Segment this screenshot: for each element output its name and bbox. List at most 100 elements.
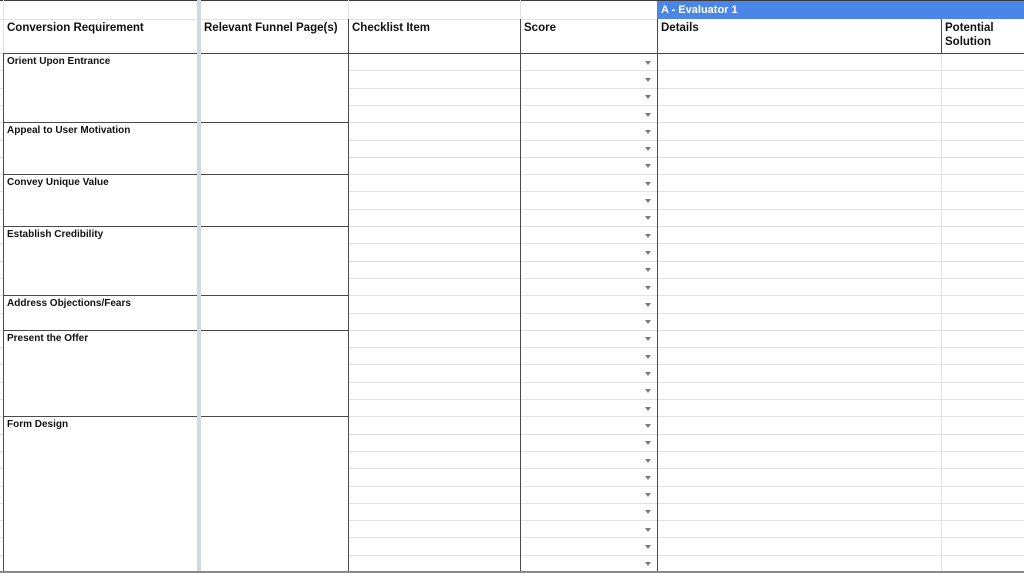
row-line [348,555,1024,556]
group-border [3,416,348,417]
chevron-down-icon[interactable] [645,372,651,376]
requirement-cell[interactable] [4,122,197,174]
chevron-down-icon[interactable] [645,216,651,220]
chevron-down-icon[interactable] [645,493,651,497]
score-dropdown[interactable] [521,520,657,537]
header-score[interactable]: Score [524,21,556,35]
score-dropdown[interactable] [521,295,657,312]
row-line [348,122,1024,123]
score-dropdown[interactable] [521,209,657,226]
funnel-page-cell[interactable] [201,295,348,330]
score-dropdown[interactable] [521,174,657,191]
requirement-cell[interactable] [4,416,197,572]
header-checklist-item[interactable]: Checklist Item [352,21,430,35]
score-dropdown[interactable] [521,105,657,122]
score-dropdown[interactable] [521,503,657,520]
chevron-down-icon[interactable] [645,130,651,134]
row-line [348,88,1024,89]
score-dropdown[interactable] [521,555,657,572]
chevron-down-icon[interactable] [645,441,651,445]
header-relevant-funnel-pages[interactable]: Relevant Funnel Page(s) [204,21,338,35]
row-line [348,399,1024,400]
row-line [348,330,1024,331]
score-dropdown[interactable] [521,70,657,87]
chevron-down-icon[interactable] [645,95,651,99]
chevron-down-icon[interactable] [645,234,651,238]
header-potential-solution[interactable]: Potential Solution [945,21,1015,49]
requirement-cell[interactable] [4,295,197,330]
row-line [348,364,1024,365]
funnel-page-cell[interactable] [201,174,348,226]
score-dropdown[interactable] [521,364,657,381]
score-dropdown[interactable] [521,140,657,157]
score-dropdown[interactable] [521,537,657,554]
chevron-down-icon[interactable] [645,268,651,272]
requirement-cell[interactable] [4,330,197,416]
chevron-down-icon[interactable] [645,510,651,514]
score-dropdown[interactable] [521,261,657,278]
score-dropdown[interactable] [521,53,657,70]
chevron-down-icon[interactable] [645,545,651,549]
row-line [348,295,1024,296]
funnel-page-cell[interactable] [201,416,348,572]
row-line [348,70,1024,71]
chevron-down-icon[interactable] [645,320,651,324]
row-line [348,537,1024,538]
chevron-down-icon[interactable] [645,303,651,307]
chevron-down-icon[interactable] [645,286,651,290]
chevron-down-icon[interactable] [645,78,651,82]
chevron-down-icon[interactable] [645,424,651,428]
chevron-down-icon[interactable] [645,562,651,566]
requirement-cell[interactable] [4,226,197,295]
funnel-page-cell[interactable] [201,122,348,174]
chevron-down-icon[interactable] [645,337,651,341]
score-dropdown[interactable] [521,434,657,451]
funnel-page-cell[interactable] [201,226,348,295]
chevron-down-icon[interactable] [645,113,651,117]
score-dropdown[interactable] [521,399,657,416]
score-dropdown[interactable] [521,157,657,174]
score-dropdown[interactable] [521,226,657,243]
score-dropdown[interactable] [521,313,657,330]
funnel-page-cell[interactable] [201,330,348,416]
funnel-page-cell[interactable] [201,53,348,122]
score-dropdown[interactable] [521,88,657,105]
row-line [348,468,1024,469]
requirement-cell[interactable] [4,53,197,122]
score-dropdown[interactable] [521,330,657,347]
score-dropdown[interactable] [521,191,657,208]
chevron-down-icon[interactable] [645,199,651,203]
score-dropdown[interactable] [521,243,657,260]
header-details[interactable]: Details [661,21,699,35]
score-dropdown[interactable] [521,486,657,503]
score-dropdown[interactable] [521,468,657,485]
score-dropdown[interactable] [521,416,657,433]
chevron-down-icon[interactable] [645,147,651,151]
frozen-column-divider[interactable] [197,0,201,573]
chevron-down-icon[interactable] [645,459,651,463]
chevron-down-icon[interactable] [645,389,651,393]
score-dropdown[interactable] [521,451,657,468]
header-conversion-requirement[interactable]: Conversion Requirement [7,21,144,35]
chevron-down-icon[interactable] [645,61,651,65]
chevron-down-icon[interactable] [645,355,651,359]
row-line [348,347,1024,348]
column-border [941,19,942,53]
chevron-down-icon[interactable] [645,182,651,186]
requirement-cell[interactable] [4,174,197,226]
score-dropdown[interactable] [521,278,657,295]
row-line [348,174,1024,175]
score-dropdown[interactable] [521,382,657,399]
chevron-down-icon[interactable] [645,528,651,532]
score-dropdown[interactable] [521,122,657,139]
chevron-down-icon[interactable] [645,251,651,255]
row-line [348,313,1024,314]
chevron-down-icon[interactable] [645,407,651,411]
row-line [348,451,1024,452]
group-border [3,226,348,227]
score-dropdown[interactable] [521,347,657,364]
chevron-down-icon[interactable] [645,476,651,480]
chevron-down-icon[interactable] [645,164,651,168]
evaluator-group-header[interactable]: A - Evaluator 1 [657,1,1024,19]
group-border [3,122,348,123]
